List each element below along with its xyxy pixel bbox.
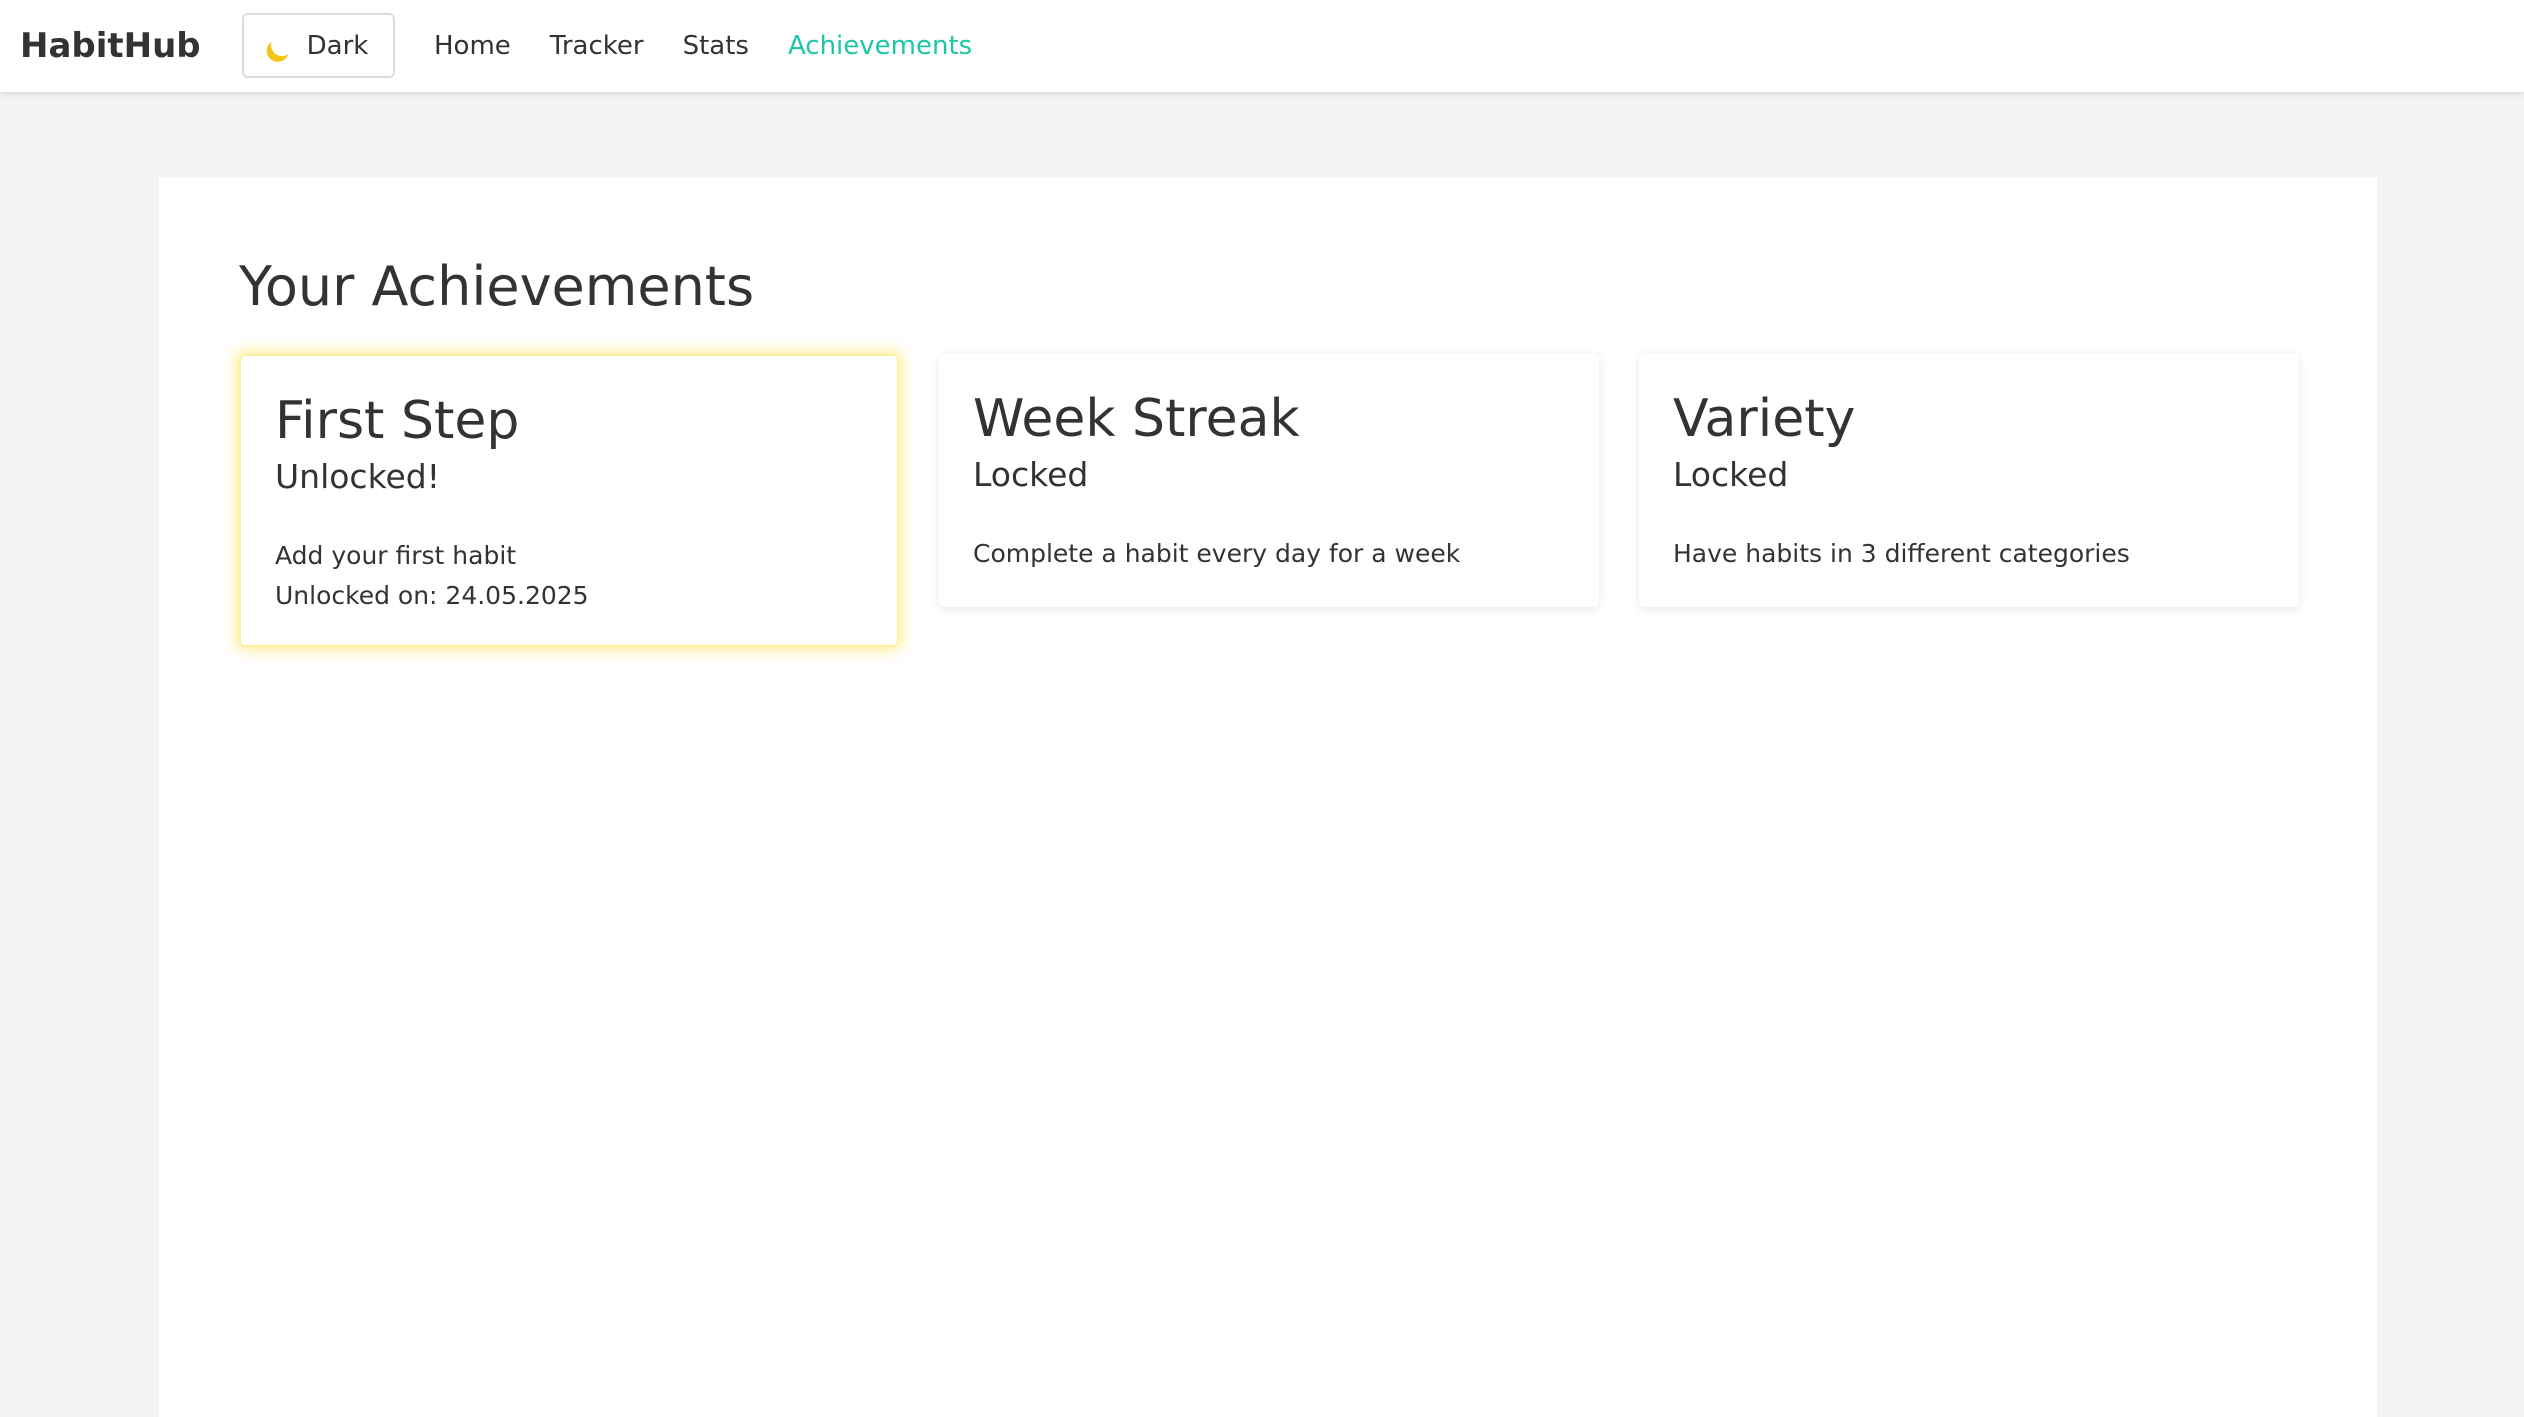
nav-link-stats[interactable]: Stats <box>683 31 749 61</box>
achievement-card-variety: Variety Locked Have habits in 3 differen… <box>1639 354 2299 607</box>
achievement-description: Complete a habit every day for a week <box>973 539 1461 568</box>
moon-icon <box>269 33 295 59</box>
achievement-title: Variety <box>1673 389 1856 449</box>
achievement-card-week-streak: Week Streak Locked Complete a habit ever… <box>939 354 1599 607</box>
achievement-title: Week Streak <box>973 389 1300 449</box>
achievement-title: First Step <box>275 391 520 451</box>
achievement-card-first-step: First Step Unlocked! Add your first habi… <box>239 354 899 647</box>
top-navbar: HabitHub Dark Home Tracker Stats Achieve… <box>0 0 2524 92</box>
nav-links: Home Tracker Stats Achievements <box>434 0 972 92</box>
theme-toggle-button[interactable]: Dark <box>242 13 395 78</box>
nav-link-tracker[interactable]: Tracker <box>550 31 644 61</box>
achievement-description: Have habits in 3 different categories <box>1673 539 2130 568</box>
theme-toggle-label: Dark <box>306 30 369 61</box>
achievement-description: Add your first habit <box>275 541 517 570</box>
brand-logo[interactable]: HabitHub <box>20 26 201 66</box>
page-title: Your Achievements <box>239 255 755 318</box>
achievement-status: Locked <box>973 455 1089 494</box>
achievement-status: Locked <box>1673 455 1789 494</box>
achievement-status: Unlocked! <box>275 457 440 496</box>
nav-link-home[interactable]: Home <box>434 31 511 61</box>
nav-link-achievements[interactable]: Achievements <box>788 31 972 61</box>
main-content: Your Achievements First Step Unlocked! A… <box>159 177 2377 1417</box>
achievement-unlock-date: Unlocked on: 24.05.2025 <box>275 581 589 610</box>
